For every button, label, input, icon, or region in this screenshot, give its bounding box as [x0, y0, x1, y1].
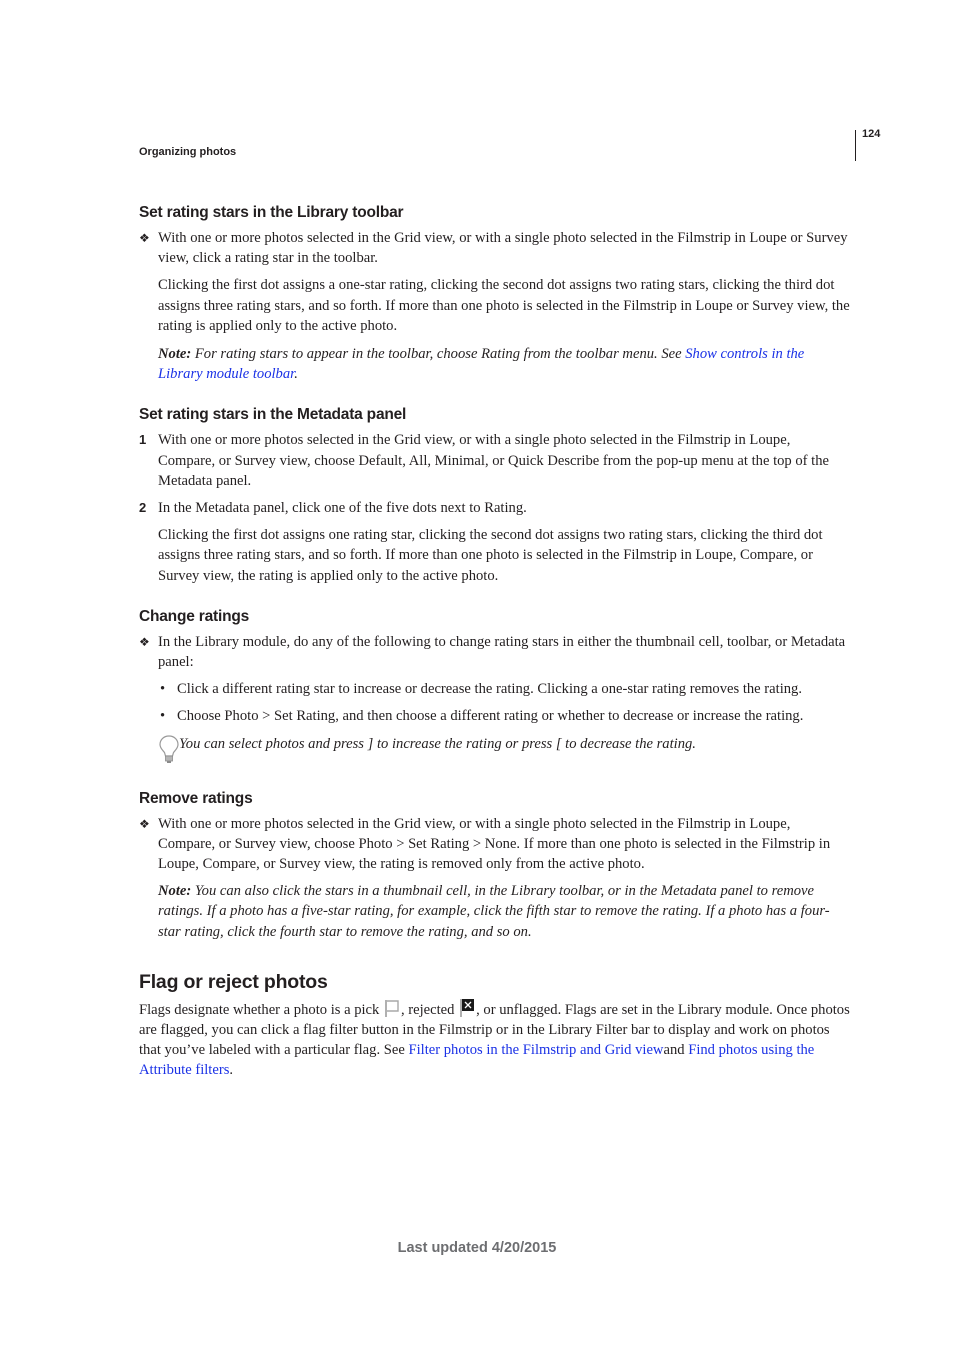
flag-paragraph: Flags designate whether a photo is a pic…: [139, 998, 851, 1081]
note-text: For rating stars to appear in the toolba…: [191, 346, 686, 363]
bullet-text: Choose Photo > Set Rating, and then choo…: [177, 708, 804, 725]
note-end: .: [294, 366, 298, 383]
running-head: Organizing photos: [139, 146, 237, 158]
section-library-toolbar: Set rating stars in the Library toolbar …: [139, 203, 851, 384]
diamond-bullet-icon: ❖: [139, 634, 150, 649]
text-run: and: [663, 1042, 689, 1059]
numbered-step: 1 With one or more photos selected in th…: [139, 430, 851, 491]
section-flag-reject: Flag or reject photos Flags designate wh…: [139, 970, 851, 1081]
note: Note: You can also click the stars in a …: [139, 881, 851, 942]
note-label: Note:: [158, 883, 192, 900]
section-heading: Remove ratings: [139, 789, 253, 807]
page-content: Set rating stars in the Library toolbar …: [139, 203, 851, 1081]
lightbulb-icon: [159, 735, 179, 763]
step-text: In the Metadata panel, click one of the …: [158, 500, 527, 517]
footer-last-updated: Last updated 4/20/2015: [397, 1240, 557, 1256]
section-heading: Set rating stars in the Metadata panel: [139, 406, 407, 424]
text-run: , rejected: [400, 1001, 459, 1018]
text-run: .: [229, 1062, 234, 1079]
bullet-item: • Click a different rating star to incre…: [139, 679, 851, 699]
step-text: With one or more photos selected in the …: [158, 230, 848, 267]
step-item: ❖ With one or more photos selected in th…: [139, 814, 851, 875]
step-detail: Clicking the first dot assigns a one-sta…: [158, 277, 850, 334]
note: Note: For rating stars to appear in the …: [139, 344, 851, 384]
bullet-text: Click a different rating star to increas…: [177, 681, 802, 698]
reject-flag-icon: [460, 998, 475, 1017]
step-item: ❖ With one or more photos selected in th…: [139, 228, 851, 268]
diamond-bullet-icon: ❖: [139, 816, 150, 831]
tip-text: You can select photos and press ] to inc…: [179, 735, 696, 752]
section-heading: Change ratings: [139, 607, 250, 625]
note-label: Note:: [158, 346, 192, 363]
step-detail: Clicking the first dot assigns one ratin…: [158, 527, 823, 584]
bullet-icon: •: [160, 681, 166, 698]
text-run: Flags designate whether a photo is a pic…: [139, 1001, 383, 1018]
step-text: With one or more photos selected in the …: [158, 815, 831, 873]
page-number: 124: [862, 128, 881, 140]
section-change-ratings: Change ratings ❖ In the Library module, …: [139, 607, 851, 763]
step-number: 2: [139, 500, 147, 516]
step-text: In the Library module, do any of the fol…: [158, 633, 846, 671]
section-heading: Flag or reject photos: [139, 970, 328, 993]
bullet-item: • Choose Photo > Set Rating, and then ch…: [139, 706, 851, 726]
numbered-step: 2 In the Metadata panel, click one of th…: [139, 498, 851, 518]
section-remove-ratings: Remove ratings ❖ With one or more photos…: [139, 789, 851, 942]
note-text: You can also click the stars in a thumbn…: [158, 883, 830, 940]
section-metadata-panel: Set rating stars in the Metadata panel 1…: [139, 405, 851, 585]
bullet-icon: •: [160, 708, 166, 725]
section-heading: Set rating stars in the Library toolbar: [139, 204, 404, 221]
step-number: 1: [139, 432, 147, 448]
diamond-bullet-icon: ❖: [139, 231, 150, 245]
step-text: With one or more photos selected in the …: [158, 432, 830, 489]
link-filter-photos-filmstrip-grid[interactable]: Filter photos in the Filmstrip and Grid …: [408, 1042, 663, 1058]
step-item: ❖ In the Library module, do any of the f…: [139, 632, 851, 672]
page-number-rule: [855, 130, 856, 161]
tip: You can select photos and press ] to inc…: [139, 734, 851, 763]
pick-flag-icon: [384, 999, 399, 1017]
